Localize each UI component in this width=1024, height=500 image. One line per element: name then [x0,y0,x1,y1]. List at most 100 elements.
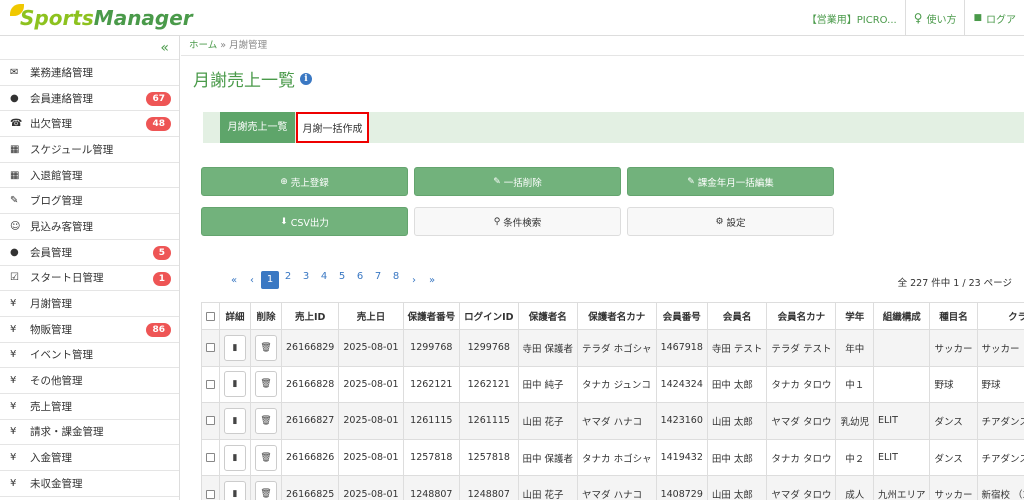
column-header[interactable]: 学年 [835,302,874,330]
sidebar-item[interactable]: ✎ ブログ管理 [0,188,179,215]
trash-icon[interactable]: 🗑 [255,444,277,471]
logout-link[interactable]: ■ ログア [964,0,1024,36]
table-row[interactable]: ▮ 🗑 26166826 2025-08-01 1257818 1257818 田中 保護者… [201,438,1024,477]
sidebar-item[interactable]: ¥ 入金管理 [0,445,179,471]
pager-page[interactable]: 5 [333,271,351,289]
bulk-edit-billing-month-button[interactable]: ✎ 課金年月一括編集 [627,167,834,196]
pager-page[interactable]: 8 [387,271,405,289]
table-cell: 1467918 [655,329,708,367]
count-badge: 5 [152,245,171,260]
yen-icon: ¥ [10,349,17,361]
pager-page[interactable]: 1 [261,271,279,289]
file-icon[interactable]: ▮ [224,407,246,434]
column-header[interactable]: 保護者名 [517,302,579,330]
search-conditions-button[interactable]: ⚲ 条件検索 [414,207,621,236]
pager-last[interactable]: » [423,275,441,286]
select-all-checkbox[interactable] [206,311,215,321]
column-header[interactable]: 保護者番号 [402,302,461,330]
column-header[interactable]: 種目名 [929,302,978,330]
table-cell: チアダンスクラス [976,402,1024,440]
pager-page[interactable]: 6 [351,271,369,289]
breadcrumb: ホーム » 月謝管理 [181,36,1024,56]
bulk-delete-button[interactable]: ✎ 一括削除 [414,167,621,196]
table-cell: チアダンスクラス [976,438,1024,477]
table-cell: 1262121 [459,365,519,404]
sidebar-item[interactable]: ¥ 請求・課金管理 [0,420,179,446]
sidebar-collapse-button[interactable]: « [0,36,179,60]
sidebar-item-label: 未収金管理 [30,477,83,490]
sidebar-item-label: 請求・課金管理 [30,426,104,439]
pager-pages: 12345678 [261,271,405,289]
pager-next[interactable]: › [405,275,423,286]
sidebar-item[interactable]: ☑ スタート日管理 1 [0,266,179,292]
sidebar-item[interactable]: ✉ 業務連絡管理 [0,60,179,86]
column-header[interactable]: ログインID [459,302,519,330]
column-header[interactable]: 削除 [250,302,282,330]
trash-icon[interactable]: 🗑 [255,371,277,398]
tab-monthly-bulk-create[interactable]: 月謝一括作成 [296,112,369,143]
trash-icon[interactable]: 🗑 [255,407,277,434]
column-header[interactable]: クラス名 [976,302,1024,330]
file-icon[interactable]: ▮ [224,334,246,361]
table-cell: ダンス [929,438,978,477]
table-row[interactable]: ▮ 🗑 26166828 2025-08-01 1262121 1262121 田中 純子タ… [201,365,1024,404]
sidebar-item[interactable]: ☎ 出欠管理 48 [0,111,179,138]
file-icon[interactable]: ▮ [224,371,246,398]
count-badge: 86 [146,322,171,337]
table-cell: サッカー [976,329,1024,367]
table-row[interactable]: ▮ 🗑 26166829 2025-08-01 1299768 1299768 寺田 保護者… [201,329,1024,367]
sidebar-item[interactable]: ¥ 物販管理 86 [0,317,179,343]
column-header[interactable]: 会員番号 [655,302,708,330]
account-menu[interactable]: 【営業用】PICRO... [799,0,905,36]
pager-page[interactable]: 4 [315,271,333,289]
pager-page[interactable]: 2 [279,271,297,289]
pager-page[interactable]: 3 [297,271,315,289]
register-sales-button[interactable]: ⊕ 売上登録 [201,167,408,196]
sidebar-item[interactable]: ● 会員管理 5 [0,240,179,266]
pager-page[interactable]: 7 [369,271,387,289]
pager-first[interactable]: « [225,275,243,286]
row-checkbox[interactable] [206,489,215,499]
sportsmanager-logo[interactable]: Sports Manager [10,4,193,30]
column-header[interactable]: 会員名カナ [766,302,837,330]
file-icon[interactable]: ▮ [224,481,246,500]
column-header[interactable]: 会員名 [706,302,768,330]
column-header[interactable]: 組織構成 [872,302,931,330]
column-header[interactable]: 売上ID [280,302,340,330]
sidebar-item[interactable]: ¥ 未収金管理 [0,471,179,497]
sidebar-item[interactable]: ▦ スケジュール管理 [0,137,179,163]
trash-icon[interactable]: 🗑 [255,334,277,361]
row-checkbox[interactable] [206,453,215,463]
sidebar-item[interactable]: ● 会員連絡管理 67 [0,86,179,112]
table-cell: 年中 [835,329,874,367]
table-cell: 山田 花子 [517,402,579,440]
table-cell: 26166828 [280,365,340,404]
table-cell: テラダ テスト [766,329,837,367]
tab-monthly-sales-list[interactable]: 月謝売上一覧 [220,112,295,143]
table-row[interactable]: ▮ 🗑 26166827 2025-08-01 1261115 1261115 山田 花子ヤ… [201,402,1024,440]
row-checkbox[interactable] [206,343,215,353]
table-cell: タナカ タロウ [766,438,837,477]
table-body: ▮ 🗑 26166829 2025-08-01 1299768 1299768 寺田 保護者… [201,329,1024,500]
file-icon[interactable]: ▮ [224,444,246,471]
trash-icon[interactable]: 🗑 [255,481,277,500]
csv-export-button[interactable]: ⬇ CSV出力 [201,207,408,236]
help-link[interactable]: ♀ 使い方 [904,0,965,36]
settings-button[interactable]: ⚙ 設定 [627,207,834,236]
pager-prev[interactable]: ‹ [243,275,261,286]
breadcrumb-home[interactable]: ホーム [189,40,217,51]
table-row[interactable]: ▮ 🗑 26166825 2025-08-01 1248807 1248807 山田 花子ヤ… [201,475,1024,500]
sidebar-item[interactable]: ¥ その他管理 [0,368,179,394]
sidebar-item[interactable]: ▦ 入退館管理 [0,163,179,189]
sidebar-item[interactable]: ☺ 見込み客管理 [0,214,179,240]
sidebar-item[interactable]: ¥ 売上管理 [0,394,179,420]
yen-icon: ¥ [10,298,17,310]
row-checkbox[interactable] [206,416,215,426]
column-header[interactable]: 保護者名カナ [577,302,657,330]
info-icon[interactable]: i [300,72,312,85]
column-header[interactable]: 売上日 [338,302,404,330]
row-checkbox[interactable] [206,379,215,389]
sidebar-item[interactable]: ¥ 月謝管理 [0,291,179,317]
sidebar-item[interactable]: ¥ イベント管理 [0,343,179,369]
column-header[interactable]: 詳細 [219,302,251,330]
